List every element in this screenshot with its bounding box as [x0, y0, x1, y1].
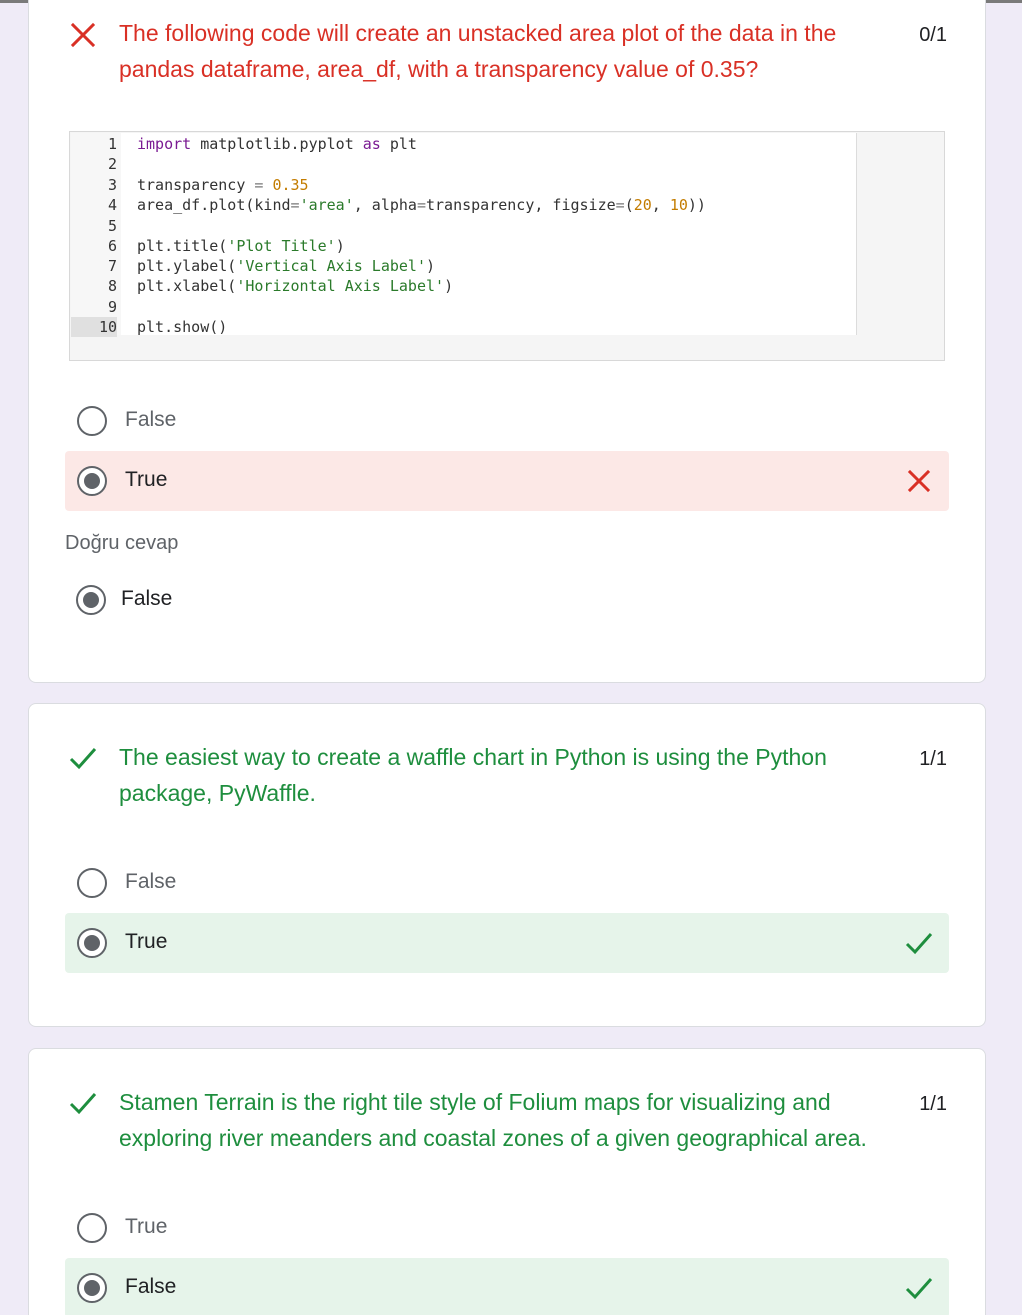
code-editor: 1 import matplotlib.pyplot as plt 2 3 tran…	[69, 131, 945, 361]
code-line: 2	[107, 155, 117, 173]
code-line: 6 plt.title('Plot Title')	[107, 237, 345, 255]
option-false-selected[interactable]: False	[65, 1258, 949, 1315]
question-score: 1/1	[919, 1093, 947, 1115]
code-line: 10 plt.show()	[71, 317, 857, 337]
question-text-line-2: package, PyWaffle.	[119, 780, 316, 806]
radio-button-selected[interactable]	[77, 466, 107, 496]
radio-button[interactable]	[77, 868, 107, 898]
question-text: The easiest way to create a waffle chart…	[119, 739, 919, 811]
check-icon	[905, 1278, 933, 1300]
option-label: False	[121, 587, 173, 610]
code-line: 9	[107, 298, 117, 316]
question-text-line-2: pandas dataframe, area_df, with a transp…	[119, 56, 759, 82]
question-score: 1/1	[919, 748, 947, 770]
question-text-line-1: Stamen Terrain is the right tile style o…	[119, 1089, 831, 1115]
cross-icon	[70, 22, 96, 48]
question-card-2: The easiest way to create a waffle chart…	[28, 703, 986, 1027]
option-label: False	[125, 408, 177, 431]
code-line: 3 transparency = 0.35	[107, 176, 309, 194]
code-area[interactable]: 1 import matplotlib.pyplot as plt 2 3 tran…	[71, 133, 857, 337]
check-icon	[905, 933, 933, 955]
correct-answer-heading: Doğru cevap	[65, 532, 179, 554]
code-line: 5	[107, 217, 117, 235]
code-line: 4 area_df.plot(kind='area', alpha=transpa…	[107, 196, 706, 214]
check-icon	[69, 748, 97, 770]
question-card-1: The following code will create an unstac…	[28, 0, 986, 683]
question-text-line-2: exploring river meanders and coastal zon…	[119, 1125, 867, 1151]
option-label: False	[125, 870, 177, 893]
cross-icon	[907, 469, 931, 493]
radio-button-selected	[76, 585, 106, 615]
code-line: 7 plt.ylabel('Vertical Axis Label')	[107, 257, 436, 275]
option-label: True	[125, 1215, 168, 1238]
code-line: 1 import matplotlib.pyplot as plt	[107, 135, 417, 153]
radio-button-selected[interactable]	[77, 1273, 107, 1303]
option-label: False	[125, 1275, 177, 1298]
radio-button[interactable]	[77, 1213, 107, 1243]
radio-button-selected[interactable]	[77, 928, 107, 958]
question-text-line-1: The following code will create an unstac…	[119, 20, 837, 46]
option-false[interactable]: False	[65, 391, 949, 451]
option-true[interactable]: True	[65, 1198, 949, 1258]
question-score: 0/1	[919, 24, 947, 46]
option-label: True	[125, 468, 168, 491]
option-true-selected[interactable]: True	[65, 451, 949, 511]
radio-button[interactable]	[77, 406, 107, 436]
question-card-3: Stamen Terrain is the right tile style o…	[28, 1048, 986, 1315]
option-false[interactable]: False	[65, 853, 949, 913]
question-text: Stamen Terrain is the right tile style o…	[119, 1084, 939, 1156]
question-text: The following code will create an unstac…	[119, 15, 919, 87]
option-true-selected[interactable]: True	[65, 913, 949, 973]
option-label: True	[125, 930, 168, 953]
check-icon	[69, 1093, 97, 1115]
code-line: 8 plt.xlabel('Horizontal Axis Label')	[107, 277, 454, 295]
correct-answer-option: False	[65, 570, 949, 630]
question-text-line-1: The easiest way to create a waffle chart…	[119, 744, 827, 770]
